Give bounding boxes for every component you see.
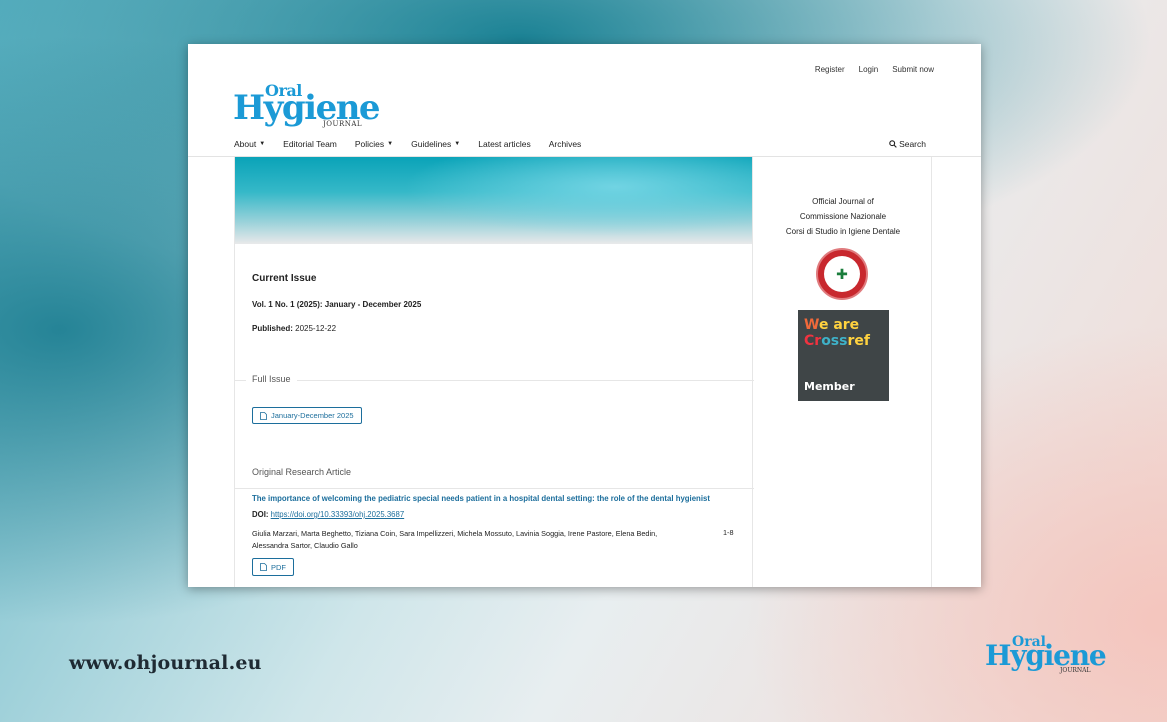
nav-item-archives[interactable]: Archives (549, 139, 582, 149)
logo-hygiene: Hygiene (985, 639, 1107, 672)
crossref-oss: oss (821, 333, 848, 349)
full-issue-pdf-button[interactable]: January-December 2025 (252, 407, 362, 424)
main-content: Current Issue Vol. 1 No. 1 (2025): Janua… (234, 157, 754, 587)
official-journal-text: Official Journal of Commissione Nazional… (754, 194, 932, 239)
caret-down-icon: ▼ (259, 141, 266, 147)
official-line: Official Journal of (812, 197, 874, 206)
file-pdf-icon (260, 411, 267, 420)
full-issue-button-label: January-December 2025 (271, 411, 354, 420)
official-line: Corsi di Studio in Igiene Dentale (785, 227, 901, 236)
crossref-line-2: Crossref (804, 333, 883, 349)
nav-label: About (234, 139, 257, 149)
site-logo[interactable]: Oral Hygiene JOURNAL (233, 81, 393, 133)
footer-logo: Oral Hygiene JOURNAL (985, 634, 1120, 678)
commission-seal-logo[interactable]: ✚ (816, 248, 868, 300)
caret-down-icon: ▼ (454, 141, 461, 147)
nav-label: Editorial Team (283, 139, 337, 149)
issue-published: Published: 2025-12-22 (252, 324, 336, 333)
nav-label: Latest articles (478, 139, 531, 149)
full-issue-divider (235, 380, 754, 381)
submit-now-link[interactable]: Submit now (892, 65, 934, 74)
section-heading: Original Research Article (252, 467, 352, 477)
crossref-ref: ref (847, 333, 870, 349)
footer-url: www.ohjournal.eu (69, 652, 262, 674)
published-date: 2025-12-22 (295, 324, 337, 333)
current-issue-heading: Current Issue (252, 273, 317, 284)
full-issue-text: Full Issue (252, 374, 291, 384)
doi-link[interactable]: https://doi.org/10.33393/ohj.2025.3687 (271, 510, 405, 519)
article-doi: DOI: https://doi.org/10.33393/ohj.2025.3… (252, 510, 404, 519)
logo-journal: JOURNAL (323, 120, 363, 128)
search-link[interactable]: Search (889, 139, 926, 149)
nav-item-editorial-team[interactable]: Editorial Team (283, 139, 337, 149)
doi-label: DOI: (252, 510, 269, 519)
crossref-w: W (804, 317, 819, 333)
nav-item-guidelines[interactable]: Guidelines ▼ (411, 139, 460, 149)
search-label: Search (899, 139, 926, 149)
issue-volume[interactable]: Vol. 1 No. 1 (2025): January - December … (252, 300, 421, 309)
crossref-member-badge[interactable]: We are Crossref Member (798, 310, 889, 401)
section-divider (235, 488, 754, 489)
published-label: Published: (252, 324, 293, 333)
search-icon (889, 140, 897, 148)
pdf-button-label: PDF (271, 562, 286, 572)
article-authors: Giulia Marzari, Marta Beghetto, Tiziana … (252, 529, 658, 550)
nav-label: Archives (548, 139, 582, 149)
nav-item-about[interactable]: About ▼ (234, 139, 265, 149)
nav-item-latest-articles[interactable]: Latest articles (478, 139, 530, 149)
full-issue-label: Full Issue (246, 374, 297, 384)
logo-journal: JOURNAL (1060, 667, 1091, 674)
article-pages: 1-8 (723, 528, 734, 537)
crossref-cr: Cr (804, 333, 822, 349)
nav-item-policies[interactable]: Policies ▼ (355, 139, 393, 149)
nav-label: Policies (354, 139, 385, 149)
article-pdf-button[interactable]: PDF (252, 558, 294, 576)
browser-page: Register Login Submit now Oral Hygiene J… (188, 44, 981, 587)
login-link[interactable]: Login (859, 65, 879, 74)
caret-down-icon: ▼ (387, 141, 394, 147)
register-link[interactable]: Register (815, 65, 845, 74)
sidebar: Official Journal of Commissione Nazional… (754, 157, 932, 587)
article-title-link[interactable]: The importance of welcoming the pediatri… (252, 494, 752, 503)
seal-emblem-icon: ✚ (824, 256, 860, 292)
crossref-are: e are (818, 317, 860, 333)
official-line: Commissione Nazionale (799, 212, 887, 221)
file-pdf-icon (260, 563, 267, 571)
nav-label: Guidelines (411, 139, 452, 149)
crossref-line-1: We are (804, 318, 883, 333)
top-links: Register Login Submit now (815, 65, 934, 74)
crossref-member: Member (804, 380, 855, 393)
hero-banner (235, 157, 752, 244)
main-nav: About ▼ Editorial Team Policies ▼ Guidel… (234, 139, 581, 149)
